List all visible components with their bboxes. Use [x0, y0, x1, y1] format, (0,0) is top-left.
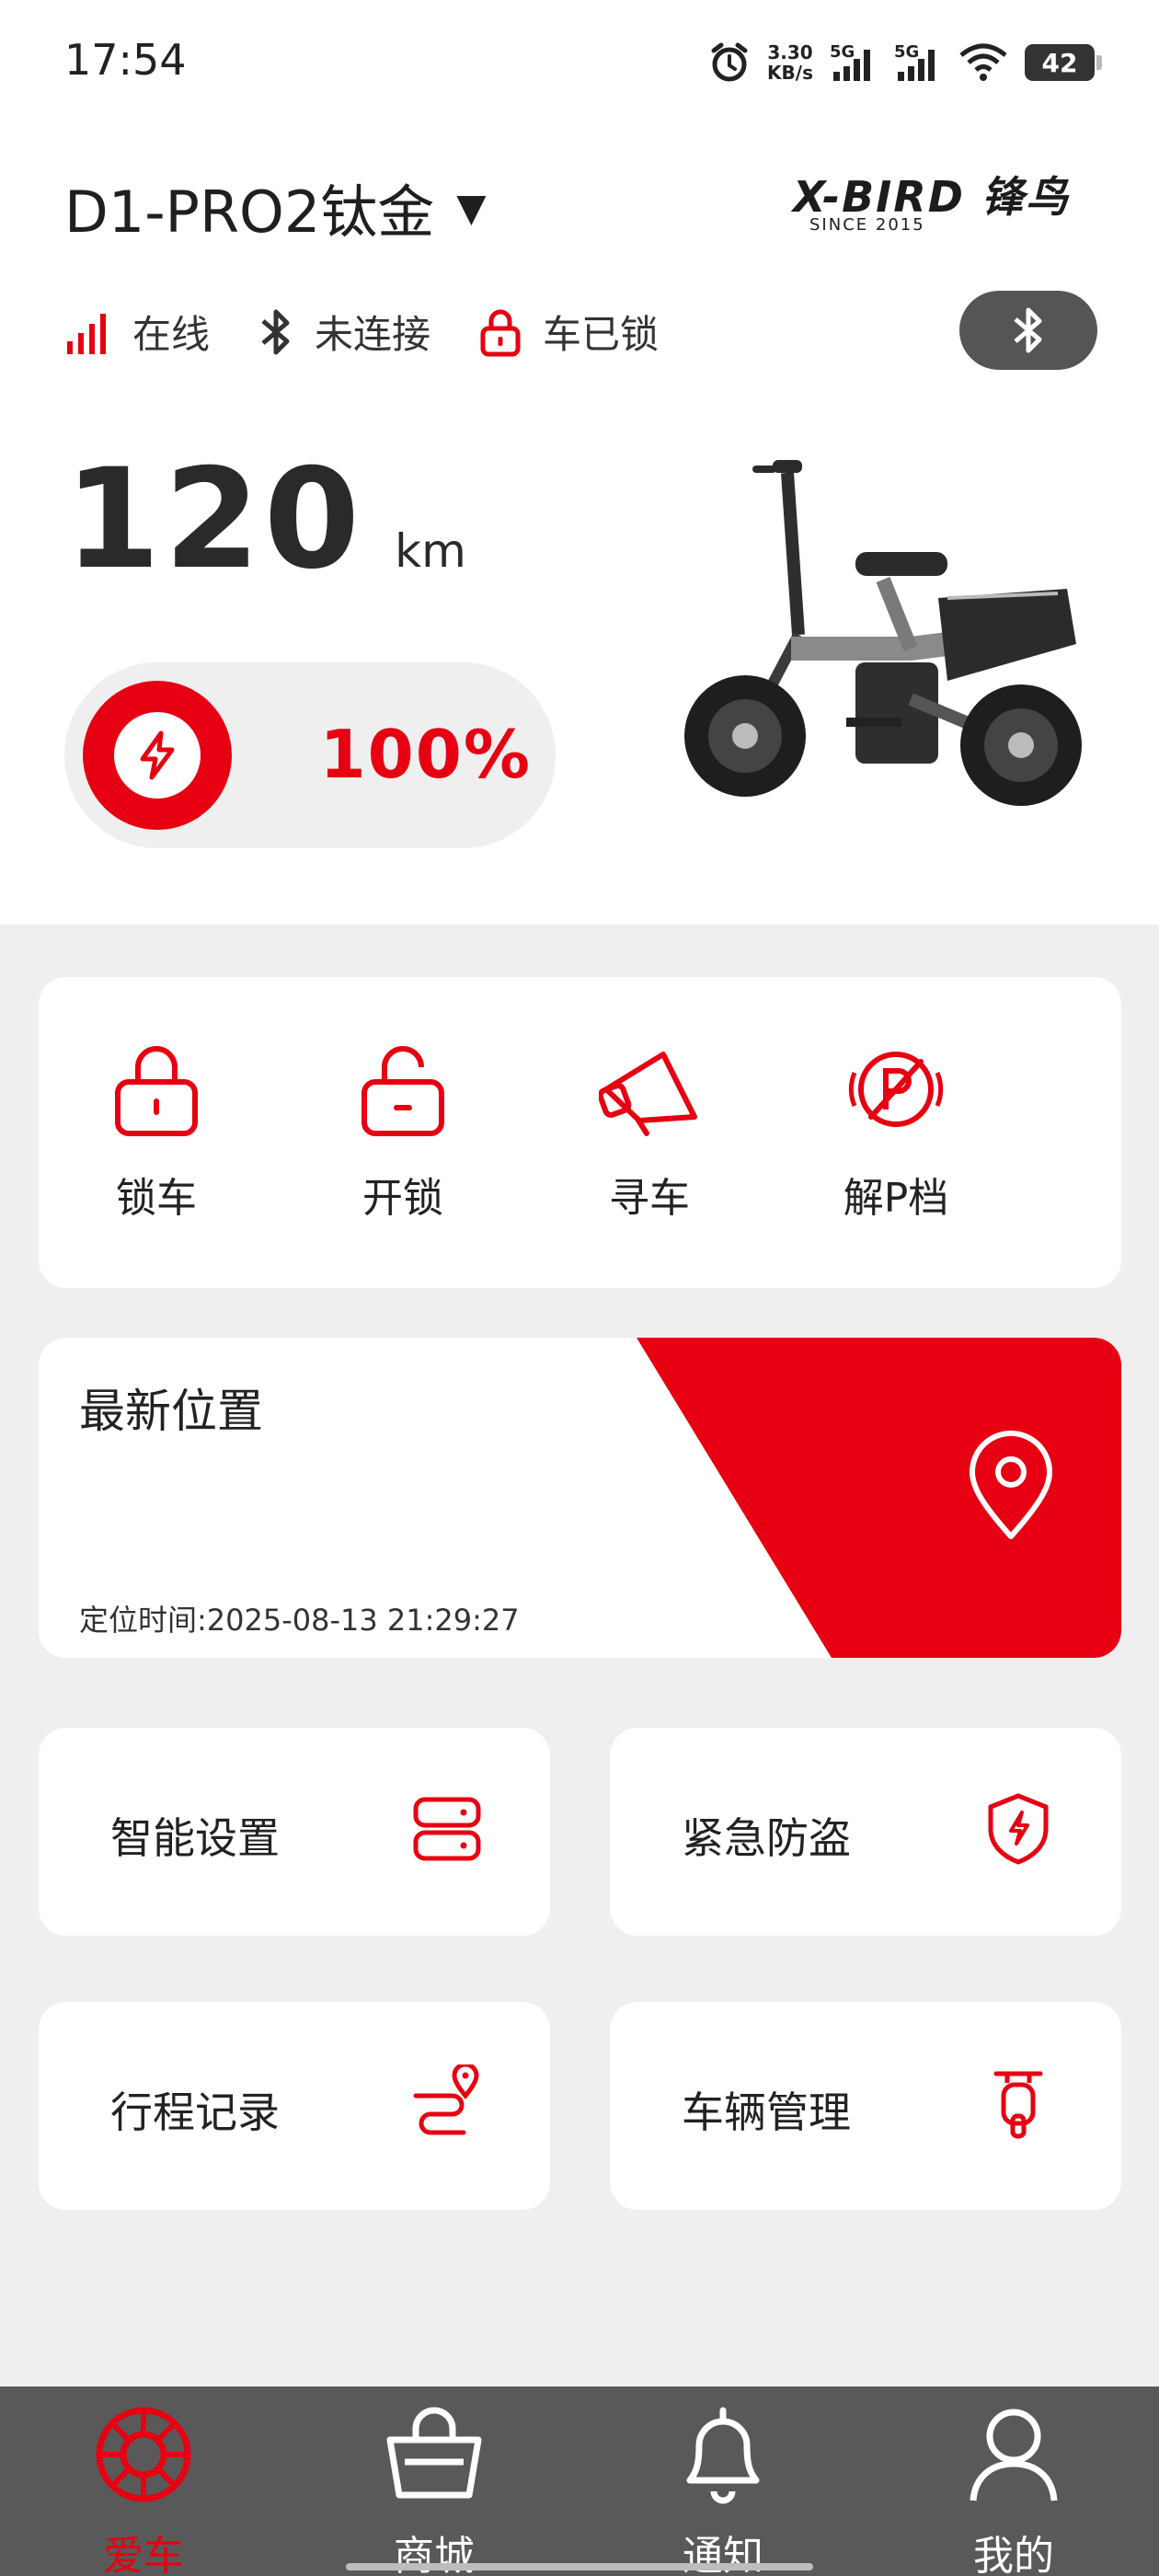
tab-label: 我的: [973, 2533, 1054, 2576]
lock-vehicle-button[interactable]: 锁车: [64, 1041, 248, 1224]
battery-ring: [83, 681, 232, 830]
release-park-button[interactable]: 解P档: [804, 1041, 988, 1224]
emergency-antitheft-tile[interactable]: 紧急防盗: [610, 1728, 1121, 1936]
battery-indicator: 42: [1025, 44, 1102, 81]
tab-profile[interactable]: 我的: [922, 2403, 1106, 2576]
bluetooth-connect-button[interactable]: [959, 291, 1097, 370]
bluetooth-icon: [261, 309, 290, 354]
net-speed-value: 3.30: [767, 41, 813, 63]
lock-status-label: 车已锁: [543, 312, 660, 357]
vehicle-selector[interactable]: D1-PRO2钛金 ▼: [64, 166, 487, 248]
lightning-icon: [140, 730, 175, 780]
location-timestamp: 定位时间:2025-08-13 21:29:27: [79, 1603, 520, 1638]
tab-label: 爱车: [103, 2533, 184, 2576]
scooter-icon: [993, 2071, 1043, 2139]
lock-icon: [115, 1046, 198, 1136]
location-title: 最新位置: [79, 1385, 263, 1438]
user-icon: [970, 2409, 1058, 2501]
tab-my-vehicle[interactable]: 爱车: [52, 2403, 235, 2576]
bluetooth-status-label: 未连接: [315, 312, 431, 357]
brand-logo: X-BIRD 锋鸟 SINCE 2015: [793, 164, 1078, 237]
smart-settings-tile[interactable]: 智能设置: [39, 1728, 550, 1936]
unlock-icon: [361, 1046, 444, 1136]
megaphone-icon: [599, 1052, 697, 1136]
range-unit: km: [395, 524, 466, 578]
lock-status: 车已锁: [478, 304, 659, 360]
chevron-down-icon: ▼: [456, 184, 487, 230]
sim1-label: 5G: [830, 42, 855, 62]
net-speed: 3.30 KB/s: [767, 42, 813, 83]
alarm-icon: [711, 42, 748, 82]
battery-level-pill: 100%: [64, 662, 556, 848]
status-bar: 17:54 3.30 KB/s 5G 5G 42: [0, 0, 1159, 124]
net-speed-unit: KB/s: [767, 62, 813, 84]
sim2-label: 5G: [894, 42, 920, 62]
bottom-nav: 爱车 商城 通知 我的: [0, 2386, 1159, 2576]
basket-icon: [386, 2407, 482, 2499]
brand-since: SINCE 2015: [809, 215, 925, 235]
find-vehicle-button[interactable]: 寻车: [557, 1041, 741, 1224]
lock-icon: [480, 309, 521, 356]
tab-notifications[interactable]: 通知: [631, 2403, 815, 2576]
action-label: 开锁: [362, 1175, 443, 1222]
tile-label: 智能设置: [110, 1813, 280, 1863]
wifi-icon: [959, 43, 1007, 81]
network-status-label: 在线: [132, 312, 211, 357]
ebike-image: [684, 460, 1082, 806]
action-label: 锁车: [116, 1175, 197, 1222]
signal-icon: [67, 313, 106, 354]
quick-actions-card: 锁车 开锁 寻车 解P档: [39, 977, 1121, 1288]
vehicle-name: D1-PRO2钛金: [64, 178, 435, 246]
latest-location-card[interactable]: 最新位置 定位时间:2025-08-13 21:29:27: [39, 1338, 1121, 1658]
tile-label: 车辆管理: [682, 2087, 851, 2137]
trip-records-tile[interactable]: 行程记录: [39, 2002, 550, 2210]
bluetooth-icon: [1014, 307, 1042, 353]
battery-percentage: 100%: [319, 716, 532, 793]
tile-label: 紧急防盗: [682, 1813, 851, 1863]
unlock-vehicle-button[interactable]: 开锁: [311, 1041, 495, 1224]
status-time: 17:54: [64, 35, 187, 85]
bluetooth-status: 未连接: [258, 304, 430, 360]
network-status: 在线: [64, 304, 210, 360]
action-label: 寻车: [609, 1175, 690, 1222]
no-parking-icon: [848, 1052, 944, 1127]
shield-bolt-icon: [988, 1793, 1049, 1865]
sim1-signal: 5G: [830, 42, 878, 83]
route-icon: [413, 2064, 479, 2135]
status-icons: 3.30 KB/s 5G 5G 42: [708, 35, 1102, 90]
map-pin-icon: [970, 1431, 1052, 1539]
settings-stack-icon: [413, 1797, 481, 1861]
home-indicator[interactable]: [346, 2563, 813, 2570]
wheel-icon: [96, 2407, 191, 2502]
sim2-signal: 5G: [894, 42, 942, 83]
vehicle-management-tile[interactable]: 车辆管理: [610, 2002, 1121, 2210]
connection-status-row: 在线 未连接 车已锁: [64, 304, 706, 360]
tile-label: 行程记录: [110, 2087, 280, 2137]
action-label: 解P档: [843, 1175, 949, 1222]
range-readout: 120 km: [64, 451, 466, 589]
bell-icon: [686, 2407, 760, 2504]
battery-ring-center: [114, 712, 201, 799]
tab-shop[interactable]: 商城: [342, 2403, 526, 2576]
range-value: 120: [64, 440, 364, 600]
